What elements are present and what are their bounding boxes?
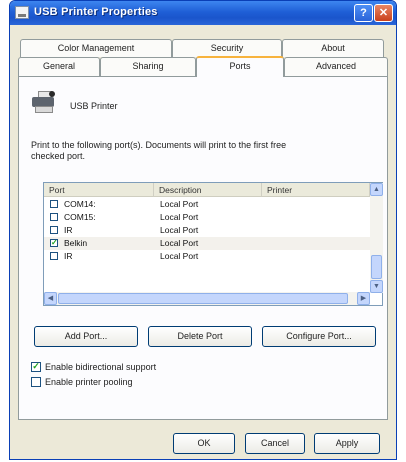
help-button[interactable]: ? (354, 4, 373, 22)
port-checkbox[interactable] (50, 200, 58, 208)
table-row[interactable]: IR Local Port (44, 224, 370, 237)
vertical-scroll-thumb[interactable] (371, 255, 382, 279)
configure-port-button[interactable]: Configure Port... (262, 326, 376, 347)
port-name: COM14: (64, 199, 96, 209)
port-description: Local Port (160, 238, 199, 248)
instructions-line-1: Print to the following port(s). Document… (31, 140, 287, 150)
vertical-scrollbar[interactable]: ▲ ▼ (370, 183, 383, 293)
properties-dialog: USB Printer Properties ? ✕ Color Managem… (9, 0, 397, 460)
table-row[interactable]: COM15: Local Port (44, 211, 370, 224)
tab-sharing[interactable]: Sharing (100, 57, 196, 76)
add-port-button[interactable]: Add Port... (34, 326, 138, 347)
table-row[interactable]: COM14: Local Port (44, 198, 370, 211)
port-checkbox-checked[interactable]: ✓ (50, 239, 58, 247)
bidirectional-checkbox[interactable]: ✓ (31, 362, 41, 372)
tab-color-management[interactable]: Color Management (20, 39, 172, 57)
table-row[interactable]: IR Local Port (44, 250, 370, 263)
column-header-description[interactable]: Description (154, 183, 262, 197)
tab-advanced[interactable]: Advanced (284, 57, 388, 76)
apply-button[interactable]: Apply (314, 433, 380, 454)
pooling-checkbox[interactable] (31, 377, 41, 387)
column-header-printer[interactable]: Printer (262, 183, 370, 197)
window-title: USB Printer Properties (34, 6, 158, 18)
scroll-left-icon[interactable]: ◀ (44, 292, 57, 305)
port-checkbox[interactable] (50, 226, 58, 234)
tab-security[interactable]: Security (172, 39, 282, 57)
port-description: Local Port (160, 212, 199, 222)
delete-port-button[interactable]: Delete Port (148, 326, 252, 347)
port-checkbox[interactable] (50, 252, 58, 260)
column-header-port[interactable]: Port (44, 183, 154, 197)
ports-list[interactable]: Port Description Printer COM14: Local Po… (43, 182, 383, 306)
pooling-label: Enable printer pooling (45, 377, 133, 387)
tab-general[interactable]: General (18, 57, 100, 76)
port-description: Local Port (160, 199, 199, 209)
title-bar[interactable]: USB Printer Properties ? ✕ (10, 1, 396, 25)
scroll-up-icon[interactable]: ▲ (370, 183, 383, 196)
port-name: Belkin (64, 238, 88, 248)
scroll-down-icon[interactable]: ▼ (370, 280, 383, 293)
scroll-right-icon[interactable]: ▶ (357, 292, 370, 305)
port-checkbox[interactable] (50, 213, 58, 221)
port-name: COM15: (64, 212, 96, 222)
ok-button[interactable]: OK (173, 433, 235, 454)
bidirectional-label: Enable bidirectional support (45, 362, 157, 372)
port-name: IR (64, 251, 73, 261)
port-description: Local Port (160, 251, 199, 261)
table-row-selected[interactable]: ✓ Belkin Local Port (44, 237, 370, 250)
horizontal-scroll-thumb[interactable] (58, 293, 348, 304)
port-description: Local Port (160, 225, 199, 235)
tab-ports[interactable]: Ports (196, 56, 284, 77)
cancel-button[interactable]: Cancel (245, 433, 305, 454)
close-button[interactable]: ✕ (374, 4, 393, 22)
printer-name: USB Printer (70, 101, 118, 111)
printer-icon (15, 6, 29, 19)
tab-about[interactable]: About (282, 39, 384, 57)
printer-icon (32, 91, 56, 113)
port-name: IR (64, 225, 73, 235)
horizontal-scrollbar[interactable]: ◀ ▶ (44, 292, 370, 305)
instructions-line-2: checked port. (31, 151, 86, 161)
